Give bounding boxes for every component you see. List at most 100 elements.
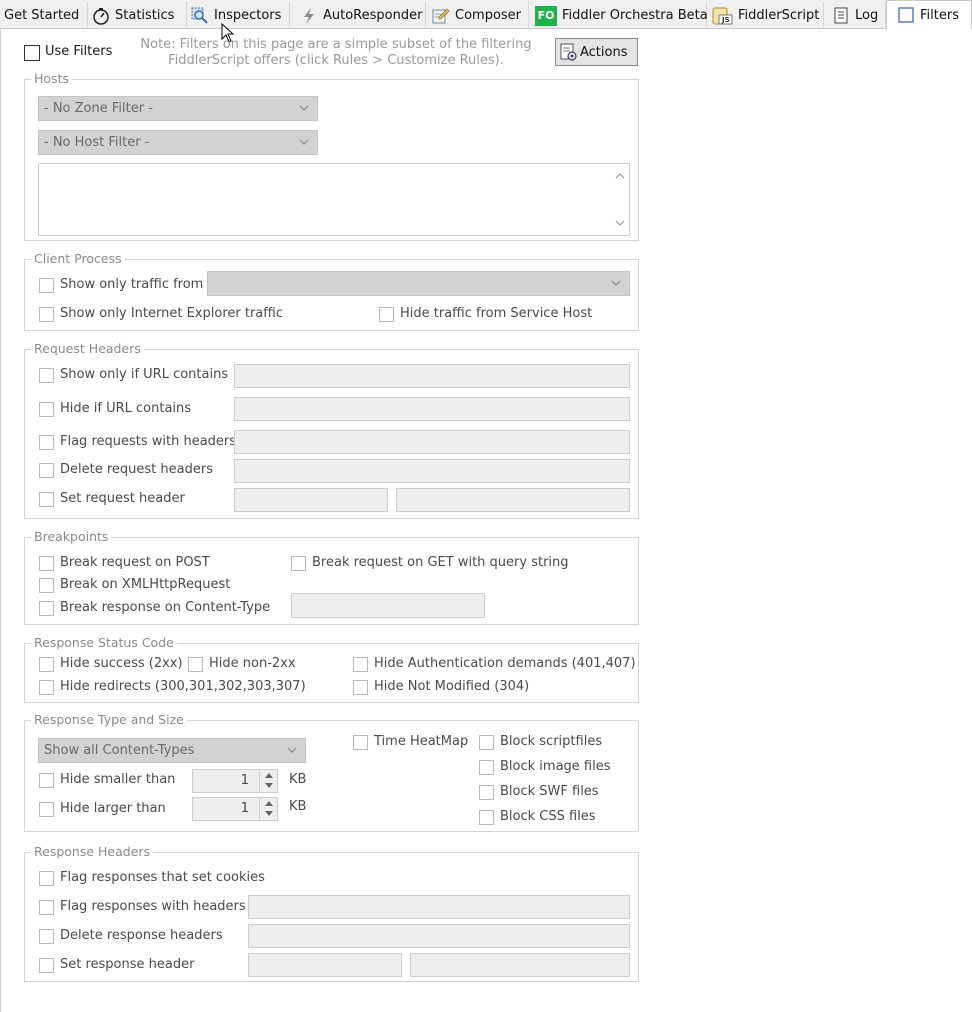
tab-composer[interactable]: Composer	[426, 2, 529, 29]
delete-response-headers-input[interactable]	[248, 924, 630, 948]
zone-filter-dropdown[interactable]: - No Zone Filter -	[38, 96, 318, 121]
tab-get-started[interactable]: Get Started	[0, 2, 88, 29]
zone-filter-value: - No Zone Filter -	[44, 101, 153, 116]
break-get-label: Break request on GET with query string	[312, 555, 569, 570]
break-get-checkbox[interactable]	[291, 556, 306, 571]
hide-service-host-checkbox[interactable]	[379, 307, 394, 322]
delete-request-headers-checkbox[interactable]	[39, 463, 54, 478]
tab-label: Filters	[920, 7, 959, 23]
use-filters-checkbox[interactable]	[24, 45, 40, 61]
host-filter-dropdown[interactable]: - No Host Filter -	[38, 130, 318, 155]
tab-autoresponder[interactable]: AutoResponder	[290, 2, 426, 29]
hide-url-input[interactable]	[234, 397, 630, 421]
flag-requests-input[interactable]	[234, 430, 630, 454]
content-types-value: Show all Content-Types	[44, 743, 195, 758]
hide-smaller-label: Hide smaller than	[60, 772, 176, 787]
hosts-textarea[interactable]	[38, 163, 630, 236]
tab-fiddler-orchestra[interactable]: FO Fiddler Orchestra Beta	[529, 2, 708, 29]
pencil-icon	[432, 7, 450, 25]
hide-larger-checkbox[interactable]	[39, 802, 54, 817]
hide-url-checkbox[interactable]	[39, 402, 54, 417]
hide-smaller-checkbox[interactable]	[39, 773, 54, 788]
tab-label: Composer	[455, 8, 522, 23]
show-only-ie-checkbox[interactable]	[39, 307, 54, 322]
set-request-header-name-input[interactable]	[234, 488, 388, 512]
hide-larger-value: 1	[240, 801, 249, 816]
filters-note: Note: Filters on this page are a simple …	[140, 37, 532, 68]
hide-larger-label: Hide larger than	[60, 801, 166, 816]
show-only-traffic-from-checkbox[interactable]	[39, 278, 54, 293]
time-heatmap-checkbox[interactable]	[353, 735, 368, 750]
block-script-label: Block scriptfiles	[500, 734, 603, 749]
block-image-label: Block image files	[500, 759, 611, 774]
set-request-header-value-input[interactable]	[396, 488, 630, 512]
set-response-header-name-input[interactable]	[248, 953, 402, 977]
flag-cookies-label: Flag responses that set cookies	[60, 870, 265, 885]
spin-down-icon[interactable]	[265, 783, 273, 788]
hosts-scrollbar[interactable]	[611, 164, 629, 235]
tab-label: Get Started	[4, 8, 80, 23]
flag-requests-label: Flag requests with headers	[60, 434, 237, 449]
flag-cookies-checkbox[interactable]	[39, 871, 54, 886]
content-types-dropdown[interactable]: Show all Content-Types	[38, 738, 306, 763]
block-image-checkbox[interactable]	[479, 760, 494, 775]
block-swf-checkbox[interactable]	[479, 785, 494, 800]
time-heatmap-label: Time HeatMap	[374, 734, 469, 749]
process-dropdown[interactable]	[207, 271, 630, 296]
spin-up-icon[interactable]	[265, 801, 273, 806]
hide-success-label: Hide success (2xx)	[60, 656, 183, 671]
show-only-ie-label: Show only Internet Explorer traffic	[60, 306, 283, 321]
actions-button[interactable]: Actions	[555, 38, 638, 66]
delete-response-headers-checkbox[interactable]	[39, 929, 54, 944]
flag-response-headers-checkbox[interactable]	[39, 900, 54, 915]
break-post-checkbox[interactable]	[39, 556, 54, 571]
use-filters-label: Use Filters	[45, 44, 113, 59]
client-process-legend: Client Process	[31, 251, 125, 267]
block-script-checkbox[interactable]	[479, 735, 494, 750]
hide-redirects-checkbox[interactable]	[39, 680, 54, 695]
hide-not-modified-checkbox[interactable]	[353, 680, 368, 695]
block-css-checkbox[interactable]	[479, 810, 494, 825]
hide-non2xx-checkbox[interactable]	[188, 657, 203, 672]
spin-down-icon[interactable]	[265, 811, 273, 816]
hide-service-host-label: Hide traffic from Service Host	[400, 306, 593, 321]
hide-smaller-value: 1	[240, 773, 249, 788]
delete-request-headers-input[interactable]	[234, 459, 630, 483]
actions-label: Actions	[580, 44, 628, 60]
flag-requests-checkbox[interactable]	[39, 435, 54, 450]
tab-filters[interactable]: Filters	[886, 0, 972, 30]
hide-smaller-stepper[interactable]: 1	[192, 769, 278, 793]
break-content-type-checkbox[interactable]	[39, 601, 54, 616]
block-swf-label: Block SWF files	[500, 784, 599, 799]
hide-success-checkbox[interactable]	[39, 657, 54, 672]
chevron-down-icon[interactable]	[615, 220, 625, 227]
tab-statistics[interactable]: Statistics	[88, 2, 187, 29]
tab-log[interactable]: Log	[824, 2, 886, 29]
break-content-type-input[interactable]	[291, 593, 485, 618]
status-code-legend: Response Status Code	[31, 635, 177, 651]
chevron-down-icon	[299, 105, 309, 111]
break-xhr-checkbox[interactable]	[39, 578, 54, 593]
show-only-traffic-from-label: Show only traffic from	[60, 277, 204, 292]
chevron-up-icon[interactable]	[615, 172, 625, 179]
set-response-header-checkbox[interactable]	[39, 958, 54, 973]
tab-label: FiddlerScript	[738, 8, 820, 23]
set-response-header-value-input[interactable]	[410, 953, 630, 977]
tab-fiddlerscript[interactable]: JS FiddlerScript	[707, 2, 824, 29]
host-filter-value: - No Host Filter -	[44, 135, 150, 150]
tab-inspectors[interactable]: Inspectors	[187, 2, 290, 29]
hide-auth-label: Hide Authentication demands (401,407)	[374, 656, 636, 671]
type-size-legend: Response Type and Size	[31, 712, 187, 728]
hide-larger-stepper[interactable]: 1	[192, 797, 278, 821]
flag-response-headers-label: Flag responses with headers	[60, 899, 246, 914]
tab-bar: Get Started Statistics Inspectors AutoRe…	[0, 0, 972, 30]
hide-non2xx-label: Hide non-2xx	[209, 656, 296, 671]
show-only-url-checkbox[interactable]	[39, 368, 54, 383]
set-request-header-checkbox[interactable]	[39, 492, 54, 507]
flag-response-headers-input[interactable]	[248, 895, 630, 919]
show-only-url-input[interactable]	[234, 364, 630, 388]
spin-up-icon[interactable]	[265, 773, 273, 778]
break-post-label: Break request on POST	[60, 555, 210, 570]
log-icon	[832, 7, 850, 25]
hide-auth-checkbox[interactable]	[353, 657, 368, 672]
